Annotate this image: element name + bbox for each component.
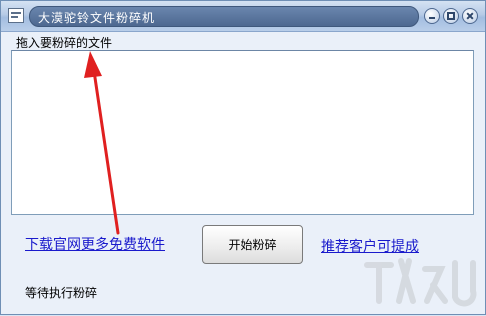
download-more-software-link[interactable]: 下载官网更多免费软件 bbox=[25, 234, 165, 254]
watermark-logo bbox=[364, 258, 477, 307]
status-text: 等待执行粉碎 bbox=[25, 286, 98, 300]
start-shred-button[interactable]: 开始粉碎 bbox=[202, 225, 303, 264]
app-window: 大漠驼铃文件粉碎机 拖入要粉碎的文件 下载官网更多免费软件 开始粉碎 推荐客户可… bbox=[0, 0, 486, 315]
